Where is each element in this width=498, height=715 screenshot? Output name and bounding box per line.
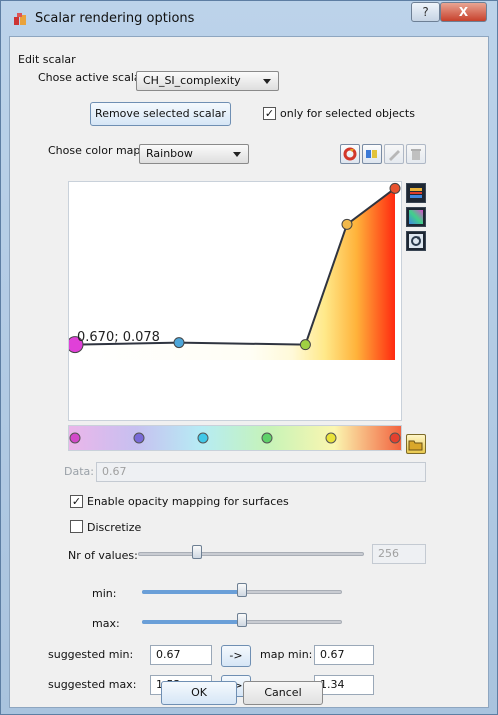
min-slider-fill <box>142 590 242 594</box>
chevron-down-icon <box>263 79 271 84</box>
max-label: max: <box>92 617 120 630</box>
nr-values-label: Nr of values: <box>68 549 138 562</box>
active-scalar-select[interactable]: CH_SI_complexity <box>136 71 279 91</box>
curve-node[interactable] <box>341 218 353 230</box>
gradient-stop[interactable] <box>325 432 337 444</box>
map-min-field[interactable]: 0.67 <box>314 645 374 665</box>
delete-colormap-button[interactable] <box>406 144 426 164</box>
cursor-readout: 0.670; 0.078 <box>77 330 160 345</box>
gradient-stop[interactable] <box>69 432 81 444</box>
window-title: Scalar rendering options <box>35 11 195 26</box>
gradient-stop[interactable] <box>389 432 401 444</box>
active-scalar-label: Chose active scalar <box>38 71 146 84</box>
discretize-label: Discretize <box>87 521 142 534</box>
pencil-icon <box>389 150 400 161</box>
title-bar[interactable]: Scalar rendering options ? X <box>1 1 497 35</box>
min-slider-handle[interactable] <box>237 583 247 597</box>
gradient-fill <box>69 426 401 450</box>
remove-scalar-button[interactable]: Remove selected scalar <box>90 102 231 126</box>
chevron-down-icon <box>233 152 241 157</box>
cancel-button[interactable]: Cancel <box>243 681 323 705</box>
gradient-tool-button[interactable] <box>406 207 426 227</box>
close-button[interactable]: X <box>440 2 487 22</box>
help-button[interactable]: ? <box>411 2 440 22</box>
nr-values-field[interactable]: 256 <box>372 544 426 564</box>
gradient-icon <box>409 210 423 224</box>
opacity-mapping-label: Enable opacity mapping for surfaces <box>87 495 289 508</box>
reverse-colormap-icon <box>343 147 357 161</box>
colormap-editor-area[interactable]: 0.670; 0.078 <box>66 181 402 421</box>
color-map-label: Chose color map <box>48 144 141 157</box>
only-selected-label: only for selected objects <box>280 107 415 120</box>
ok-button[interactable]: OK <box>161 681 237 705</box>
dialog-body: Edit scalar Chose active scalar CH_SI_co… <box>9 36 489 708</box>
refresh-tool-button[interactable] <box>406 231 426 251</box>
suggested-min-field[interactable]: 0.67 <box>150 645 212 665</box>
suggested-max-label: suggested max: <box>48 678 137 691</box>
max-slider-handle[interactable] <box>237 613 247 627</box>
edit-colormap-button[interactable] <box>384 144 404 164</box>
histogram-tool-button[interactable] <box>406 183 426 203</box>
curve-node[interactable] <box>173 337 185 349</box>
only-selected-checkbox[interactable]: ✓ <box>263 107 276 120</box>
gradient-stop[interactable] <box>261 432 273 444</box>
color-map-value: Rainbow <box>146 147 193 160</box>
color-gradient-bar[interactable] <box>68 425 402 451</box>
gradient-stop[interactable] <box>133 432 145 444</box>
open-colormap-button[interactable] <box>406 434 426 454</box>
dialog-window: Scalar rendering options ? X Edit scalar… <box>0 0 498 715</box>
reverse-colormap-button[interactable] <box>340 144 360 164</box>
opacity-curve-chart[interactable] <box>66 182 401 420</box>
color-map-select[interactable]: Rainbow <box>139 144 249 164</box>
data-label: Data: <box>64 465 94 478</box>
curve-node[interactable] <box>389 182 401 194</box>
discretize-checkbox[interactable] <box>70 520 83 533</box>
gradient-stop[interactable] <box>197 432 209 444</box>
apply-min-button[interactable]: -> <box>221 645 251 667</box>
trash-icon <box>411 149 421 160</box>
map-min-label: map min: <box>260 648 313 661</box>
palette-icon <box>366 150 377 158</box>
edit-scalar-group-label: Edit scalar <box>18 53 76 66</box>
gradient-stops[interactable] <box>69 426 401 450</box>
colormap-editor-button[interactable] <box>362 144 382 164</box>
app-icon <box>14 13 26 25</box>
histogram-icon <box>410 188 422 198</box>
curve-node[interactable] <box>299 339 311 351</box>
active-scalar-value: CH_SI_complexity <box>143 74 241 87</box>
refresh-icon <box>409 234 423 248</box>
map-max-field[interactable]: 1.34 <box>314 675 374 695</box>
folder-open-icon <box>408 440 423 451</box>
nr-values-slider-handle[interactable] <box>191 545 202 559</box>
max-slider-fill <box>142 620 242 624</box>
suggested-min-label: suggested min: <box>48 648 134 661</box>
opacity-mapping-checkbox[interactable]: ✓ <box>70 495 83 508</box>
nr-values-slider[interactable] <box>138 552 364 556</box>
data-field[interactable]: 0.67 <box>96 462 426 482</box>
min-label: min: <box>92 587 117 600</box>
